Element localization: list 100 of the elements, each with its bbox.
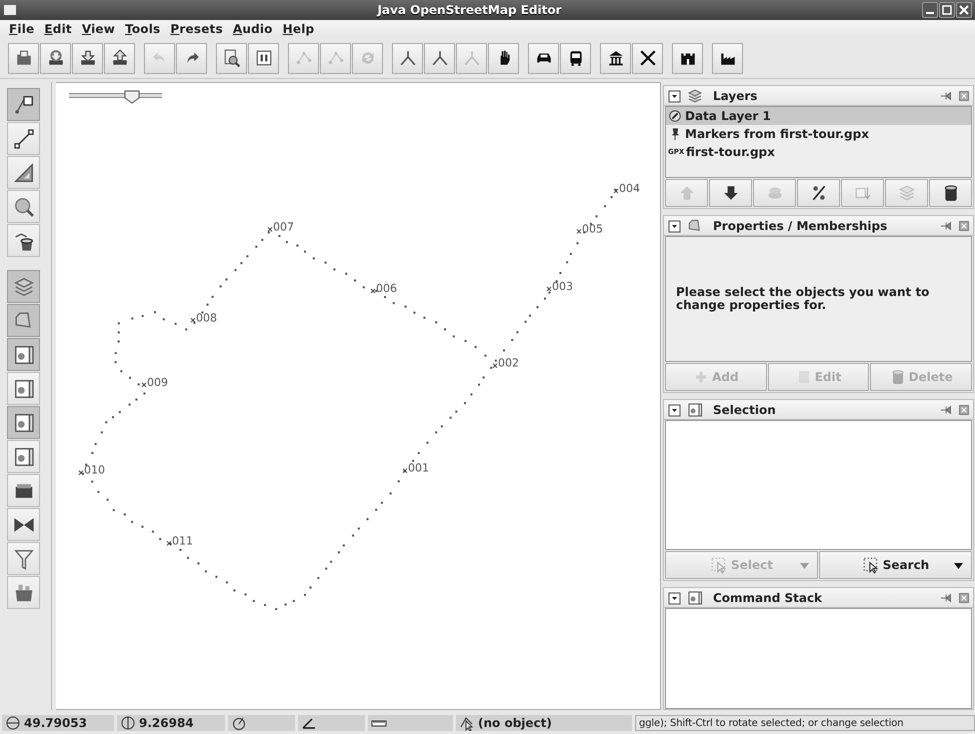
funnel-icon [12,548,34,570]
close-icon [958,220,970,232]
waypoint-label: 009 [147,376,168,389]
waypoint-label: 006 [376,282,397,296]
caret-icon [954,563,963,569]
layer-button[interactable] [929,179,972,207]
tool-button[interactable] [7,338,40,371]
panel-icon [12,412,34,434]
waypoint-label: 003 [552,280,573,293]
panel-icon [12,446,34,468]
toolbar-button[interactable] [712,42,743,74]
down-icon [722,184,740,202]
magnifier-icon [222,49,240,67]
collapse-icon [667,218,683,234]
dialog-title: Command Stack [713,590,824,604]
toolbar-button[interactable] [560,42,591,74]
sliders-icon [254,49,272,67]
minimize-icon[interactable] [922,2,938,18]
layer-button[interactable] [709,179,752,207]
menu-item[interactable]: View [76,22,120,36]
toolbar-button[interactable] [176,42,207,74]
toolbar-button[interactable] [392,42,423,74]
layer-button[interactable] [797,179,840,207]
tool-button[interactable] [7,156,40,189]
compass-icon [231,715,247,731]
layer-item[interactable]: Markers from first-tour.gpx [666,125,971,143]
waypoint-label: 004 [619,182,640,196]
longitude-icon [120,715,136,731]
status-value: 9.26984 [139,716,194,730]
menu-item[interactable]: Audio [228,22,278,36]
menu-item[interactable]: Tools [120,22,166,36]
close-icon [958,404,970,416]
panel-icon [12,378,34,400]
up-icon [678,184,696,202]
toolbar-button[interactable] [216,42,247,74]
help-text: ggle); Shift-Ctrl to rotate selected; or change selection [639,718,904,728]
layers-icon [12,276,34,298]
split-icon [462,49,480,67]
toolbar-button[interactable] [632,42,663,74]
pointer-icon [862,556,880,574]
panel-icon [12,344,34,366]
caret-icon [800,563,809,569]
nodes-icon [326,49,344,67]
waypoint-label: 005 [582,222,603,236]
close-icon[interactable] [956,2,972,18]
close-icon [958,592,970,604]
split-icon [430,49,448,67]
layer-item[interactable]: Data Layer 1 [666,107,971,125]
waypoint-label: 001 [408,462,429,475]
slider-thumb[interactable] [124,90,140,104]
tool-button[interactable] [7,474,40,507]
download-icon [78,49,96,67]
dialog-title: Properties / Memberships [713,218,888,232]
waypoint-label: 010 [84,464,105,477]
toolbar-button[interactable] [528,42,559,74]
waypoint-label: 002 [498,356,519,370]
line-icon [12,128,34,150]
menu-item[interactable]: Edit [39,22,77,36]
tool-button[interactable] [7,406,40,439]
select-icon [12,94,34,116]
toolbar-button[interactable] [672,42,703,74]
waypoint-label: 007 [273,220,294,234]
split-icon [398,49,416,67]
dialog-title: Selection [713,402,777,416]
upload-icon [110,49,128,67]
toolbar-button[interactable] [72,42,103,74]
pin-icon [940,590,954,604]
menu-item[interactable]: File [4,22,40,36]
tool-button[interactable] [7,372,40,405]
toolbar-button[interactable] [424,42,455,74]
panel-icon [687,590,703,606]
pointer-icon [710,556,728,574]
layers-icon [898,184,916,202]
collapse-icon [667,402,683,418]
pin-icon [940,402,954,416]
triangle-icon [12,162,34,184]
menu-item[interactable]: Help [278,22,320,36]
folder-icon [14,49,32,67]
toolbar-button[interactable] [248,42,279,74]
download-icon [46,49,64,67]
tool-button[interactable] [7,440,40,473]
tool-button[interactable] [7,122,40,155]
pencil-icon [668,109,682,123]
dialog-title: Layers [713,88,758,102]
selection-button[interactable]: Search [819,551,972,579]
toolbar-button[interactable] [600,42,631,74]
waypoint-label: 008 [196,311,217,324]
tool-button[interactable] [7,508,40,541]
toolbar-button[interactable] [40,42,71,74]
layers-icon [687,88,703,104]
maximize-icon[interactable] [939,2,955,18]
pin-icon [940,218,954,232]
toolbar-button[interactable] [488,42,519,74]
toolbar-button[interactable] [104,42,135,74]
collapse-icon [667,88,683,104]
tool-button[interactable] [7,88,40,121]
nodes-icon [294,49,312,67]
menu-item[interactable]: Presets [165,22,228,36]
status-value: 49.79053 [24,716,88,730]
tool-button[interactable] [7,224,40,257]
